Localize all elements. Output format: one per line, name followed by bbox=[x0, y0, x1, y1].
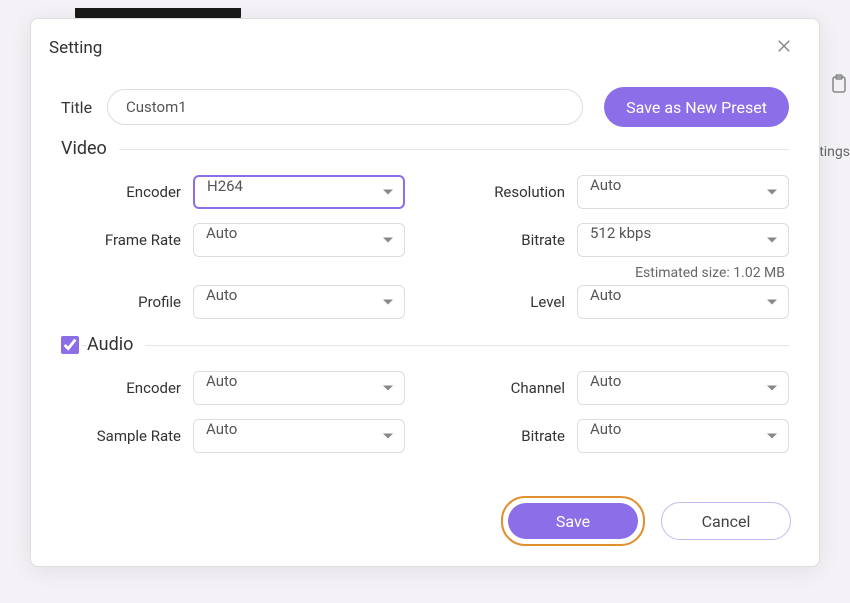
close-icon bbox=[775, 37, 793, 55]
video-section-title: Video bbox=[61, 138, 119, 159]
video-level-select[interactable]: Auto bbox=[577, 285, 789, 319]
video-level-label: Level bbox=[445, 293, 565, 311]
audio-channel-row: Channel Auto bbox=[445, 371, 789, 405]
audio-encoder-select[interactable]: Auto bbox=[193, 371, 405, 405]
video-bitrate-row: Bitrate 512 kbps bbox=[445, 223, 789, 257]
video-bitrate-select[interactable]: 512 kbps bbox=[577, 223, 789, 257]
video-resolution-label: Resolution bbox=[445, 183, 565, 201]
settings-dialog: Setting Title Save as New Preset Video E… bbox=[30, 18, 820, 567]
audio-channel-label: Channel bbox=[445, 379, 565, 397]
video-bitrate-label: Bitrate bbox=[445, 231, 565, 249]
cancel-button[interactable]: Cancel bbox=[661, 502, 791, 540]
video-resolution-row: Resolution Auto bbox=[445, 175, 789, 209]
title-label: Title bbox=[61, 98, 93, 117]
save-button[interactable]: Save bbox=[508, 503, 638, 539]
title-row: Title Save as New Preset bbox=[61, 87, 789, 127]
clipboard-icon bbox=[830, 74, 848, 98]
save-as-new-preset-button[interactable]: Save as New Preset bbox=[604, 87, 789, 127]
video-framerate-label: Frame Rate bbox=[61, 231, 181, 249]
audio-samplerate-select[interactable]: Auto bbox=[193, 419, 405, 453]
close-button[interactable] bbox=[771, 33, 797, 63]
audio-bitrate-row: Bitrate Auto bbox=[445, 419, 789, 453]
video-framerate-select[interactable]: Auto bbox=[193, 223, 405, 257]
video-level-row: Level Auto bbox=[445, 285, 789, 319]
audio-form: Encoder Auto Channel Auto Sample Rate Au… bbox=[61, 371, 789, 479]
audio-encoder-label: Encoder bbox=[61, 379, 181, 397]
audio-bitrate-label: Bitrate bbox=[445, 427, 565, 445]
video-profile-row: Profile Auto bbox=[61, 285, 405, 319]
audio-enable-checkbox[interactable] bbox=[61, 336, 79, 354]
audio-samplerate-row: Sample Rate Auto bbox=[61, 419, 405, 453]
dialog-body: Title Save as New Preset Video Encoder H… bbox=[31, 75, 819, 480]
video-form: Encoder H264 Resolution Auto Frame Rate … bbox=[61, 175, 789, 345]
dialog-footer: Save Cancel bbox=[31, 480, 819, 566]
save-highlight-ring: Save bbox=[501, 496, 645, 546]
video-section-header: Video bbox=[61, 150, 789, 159]
audio-samplerate-label: Sample Rate bbox=[61, 427, 181, 445]
estimated-size-text: Estimated size: 1.02 MB bbox=[445, 265, 789, 281]
video-encoder-select[interactable]: H264 bbox=[193, 175, 405, 209]
audio-encoder-row: Encoder Auto bbox=[61, 371, 405, 405]
audio-channel-select[interactable]: Auto bbox=[577, 371, 789, 405]
dialog-title: Setting bbox=[49, 38, 102, 58]
video-profile-label: Profile bbox=[61, 293, 181, 311]
audio-section-title: Audio bbox=[87, 334, 145, 355]
video-encoder-row: Encoder H264 bbox=[61, 175, 405, 209]
audio-bitrate-select[interactable]: Auto bbox=[577, 419, 789, 453]
audio-section-header: Audio bbox=[61, 346, 789, 355]
video-resolution-select[interactable]: Auto bbox=[577, 175, 789, 209]
video-framerate-row: Frame Rate Auto bbox=[61, 223, 405, 257]
title-input[interactable] bbox=[107, 89, 583, 125]
dialog-header: Setting bbox=[31, 19, 819, 75]
video-profile-select[interactable]: Auto bbox=[193, 285, 405, 319]
video-encoder-label: Encoder bbox=[61, 183, 181, 201]
